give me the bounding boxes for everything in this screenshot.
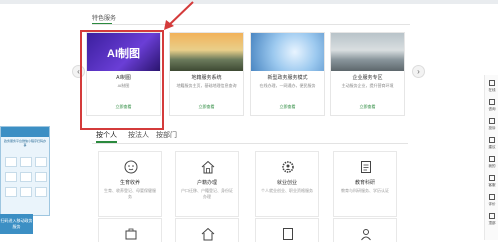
card-title: 新型政务服务模式 [267, 75, 308, 81]
service-name: 就业创业 [276, 180, 297, 186]
right-toolbar: 在线 咨询 投诉 建议 我的 客服 评价 顶部 [484, 75, 498, 240]
briefcase-icon [125, 228, 137, 240]
qr-code-icon [20, 172, 32, 182]
carousel-next-button[interactable]: › [412, 65, 425, 78]
top-border [0, 0, 498, 4]
service-card-4[interactable]: 企业服务专区 主动服务企业，提升营商环境 立即查看 [330, 32, 405, 116]
card-title: 地籍服务系统 [191, 75, 222, 81]
sidebar-item-complaint[interactable]: 投诉 [486, 117, 498, 134]
ad-qr-row [5, 157, 47, 167]
tab-personal[interactable]: 按个人 [96, 130, 117, 143]
qr-code-icon [20, 157, 32, 167]
card-image-ai: AI制图 [87, 33, 160, 71]
card-image-landscape [170, 33, 243, 71]
floating-ad-panel[interactable]: 政务服务平台微信小程序扫码办事 [0, 126, 50, 216]
service-tile[interactable] [255, 218, 319, 242]
ad-header [1, 127, 49, 137]
baby-icon [124, 160, 138, 174]
ad-qr-row [5, 172, 47, 182]
card-desc: 在线办理，一网通办，便民服务 [259, 83, 316, 88]
service-card-ai[interactable]: AI制图 AI制图 AI制图 立即查看 [86, 32, 161, 116]
service-name: 户籍办理 [196, 180, 217, 186]
card-view-link[interactable]: 立即查看 [170, 104, 243, 110]
card-desc: 地籍服务主页，基础地理信息查询 [176, 83, 237, 88]
user-icon [489, 156, 495, 162]
carousel-prev-button[interactable]: ‹ [72, 65, 85, 78]
person-icon [361, 229, 371, 241]
service-tile[interactable]: 教育科研 教育与科研服务、学历认证 [333, 151, 397, 217]
edit-icon [489, 137, 495, 143]
card-view-link[interactable]: 立即查看 [251, 104, 324, 110]
card-title: AI制图 [116, 75, 131, 81]
tab-department[interactable]: 按部门 [156, 130, 177, 140]
service-tile[interactable] [98, 218, 162, 242]
sidebar-item-mine[interactable]: 我的 [486, 155, 498, 172]
service-desc: 生育、收养登记、母婴保健服务 [104, 188, 156, 199]
service-tile[interactable]: 户籍办理 户口迁移、户籍登记、身份证办理 [175, 151, 239, 217]
card-desc: 主动服务企业，提升营商环境 [341, 83, 394, 88]
qr-code-icon [35, 172, 47, 182]
service-tile[interactable] [333, 218, 397, 242]
service-card-2[interactable]: 地籍服务系统 地籍服务主页，基础地理信息查询 立即查看 [169, 32, 244, 116]
card-view-link[interactable]: 立即查看 [331, 104, 404, 110]
tabs-divider [92, 143, 408, 144]
annotation-arrow-icon [164, 1, 194, 30]
service-desc: 教育与科研服务、学历认证 [341, 188, 389, 193]
service-name: 生育收养 [119, 180, 140, 186]
sidebar-item-online[interactable]: 在线 [486, 79, 498, 96]
sidebar-item-top[interactable]: 顶部 [486, 212, 498, 229]
service-desc: 个人就业创业、职业资格服务 [261, 188, 313, 193]
service-name: 教育科研 [354, 180, 375, 186]
ad-qr-row [5, 187, 47, 197]
doc-icon [283, 228, 293, 240]
flag-icon [489, 118, 495, 124]
service-card-3[interactable]: 新型政务服务模式 在线办理，一网通办，便民服务 立即查看 [250, 32, 325, 116]
section-title: 特色服务 [92, 13, 116, 25]
sidebar-item-rate[interactable]: 评价 [486, 193, 498, 210]
sidebar-item-service[interactable]: 客服 [486, 174, 498, 191]
arrow-up-icon [489, 213, 495, 219]
ai-banner-text: AI制图 [107, 48, 140, 60]
qr-code-icon [5, 172, 17, 182]
service-tile[interactable] [175, 218, 239, 242]
service-desc: 户口迁移、户籍登记、身份证办理 [181, 188, 233, 199]
card-title: 企业服务专区 [352, 75, 383, 81]
section-divider [92, 24, 410, 25]
doc-icon [361, 161, 371, 173]
tab-legal[interactable]: 按法人 [128, 130, 149, 140]
house-icon [201, 227, 215, 241]
card-image-building [331, 33, 404, 71]
qr-code-icon [35, 187, 47, 197]
qr-code-icon [35, 157, 47, 167]
question-icon [489, 99, 495, 105]
qr-code-icon [20, 187, 32, 197]
gear-person-icon [282, 161, 294, 173]
chat-icon [489, 80, 495, 86]
headset-icon [489, 175, 495, 181]
service-tile[interactable]: 生育收养 生育、收养登记、母婴保健服务 [98, 151, 162, 217]
star-icon [489, 194, 495, 200]
qr-code-icon [5, 157, 17, 167]
sidebar-item-consult[interactable]: 咨询 [486, 98, 498, 115]
qr-code-icon [5, 187, 17, 197]
card-view-link[interactable]: 立即查看 [87, 104, 160, 110]
service-tile[interactable]: 就业创业 个人就业创业、职业资格服务 [255, 151, 319, 217]
sidebar-item-suggest[interactable]: 建议 [486, 136, 498, 153]
chevron-right-icon: › [417, 67, 420, 76]
chevron-left-icon: ‹ [77, 67, 80, 76]
card-desc: AI制图 [117, 83, 130, 88]
card-image-tech [251, 33, 324, 71]
house-icon [201, 160, 215, 174]
ad-enter-button[interactable]: 扫码进入移动政务服务 [0, 214, 33, 234]
ad-text: 政务服务平台微信小程序扫码办事 [4, 139, 47, 147]
